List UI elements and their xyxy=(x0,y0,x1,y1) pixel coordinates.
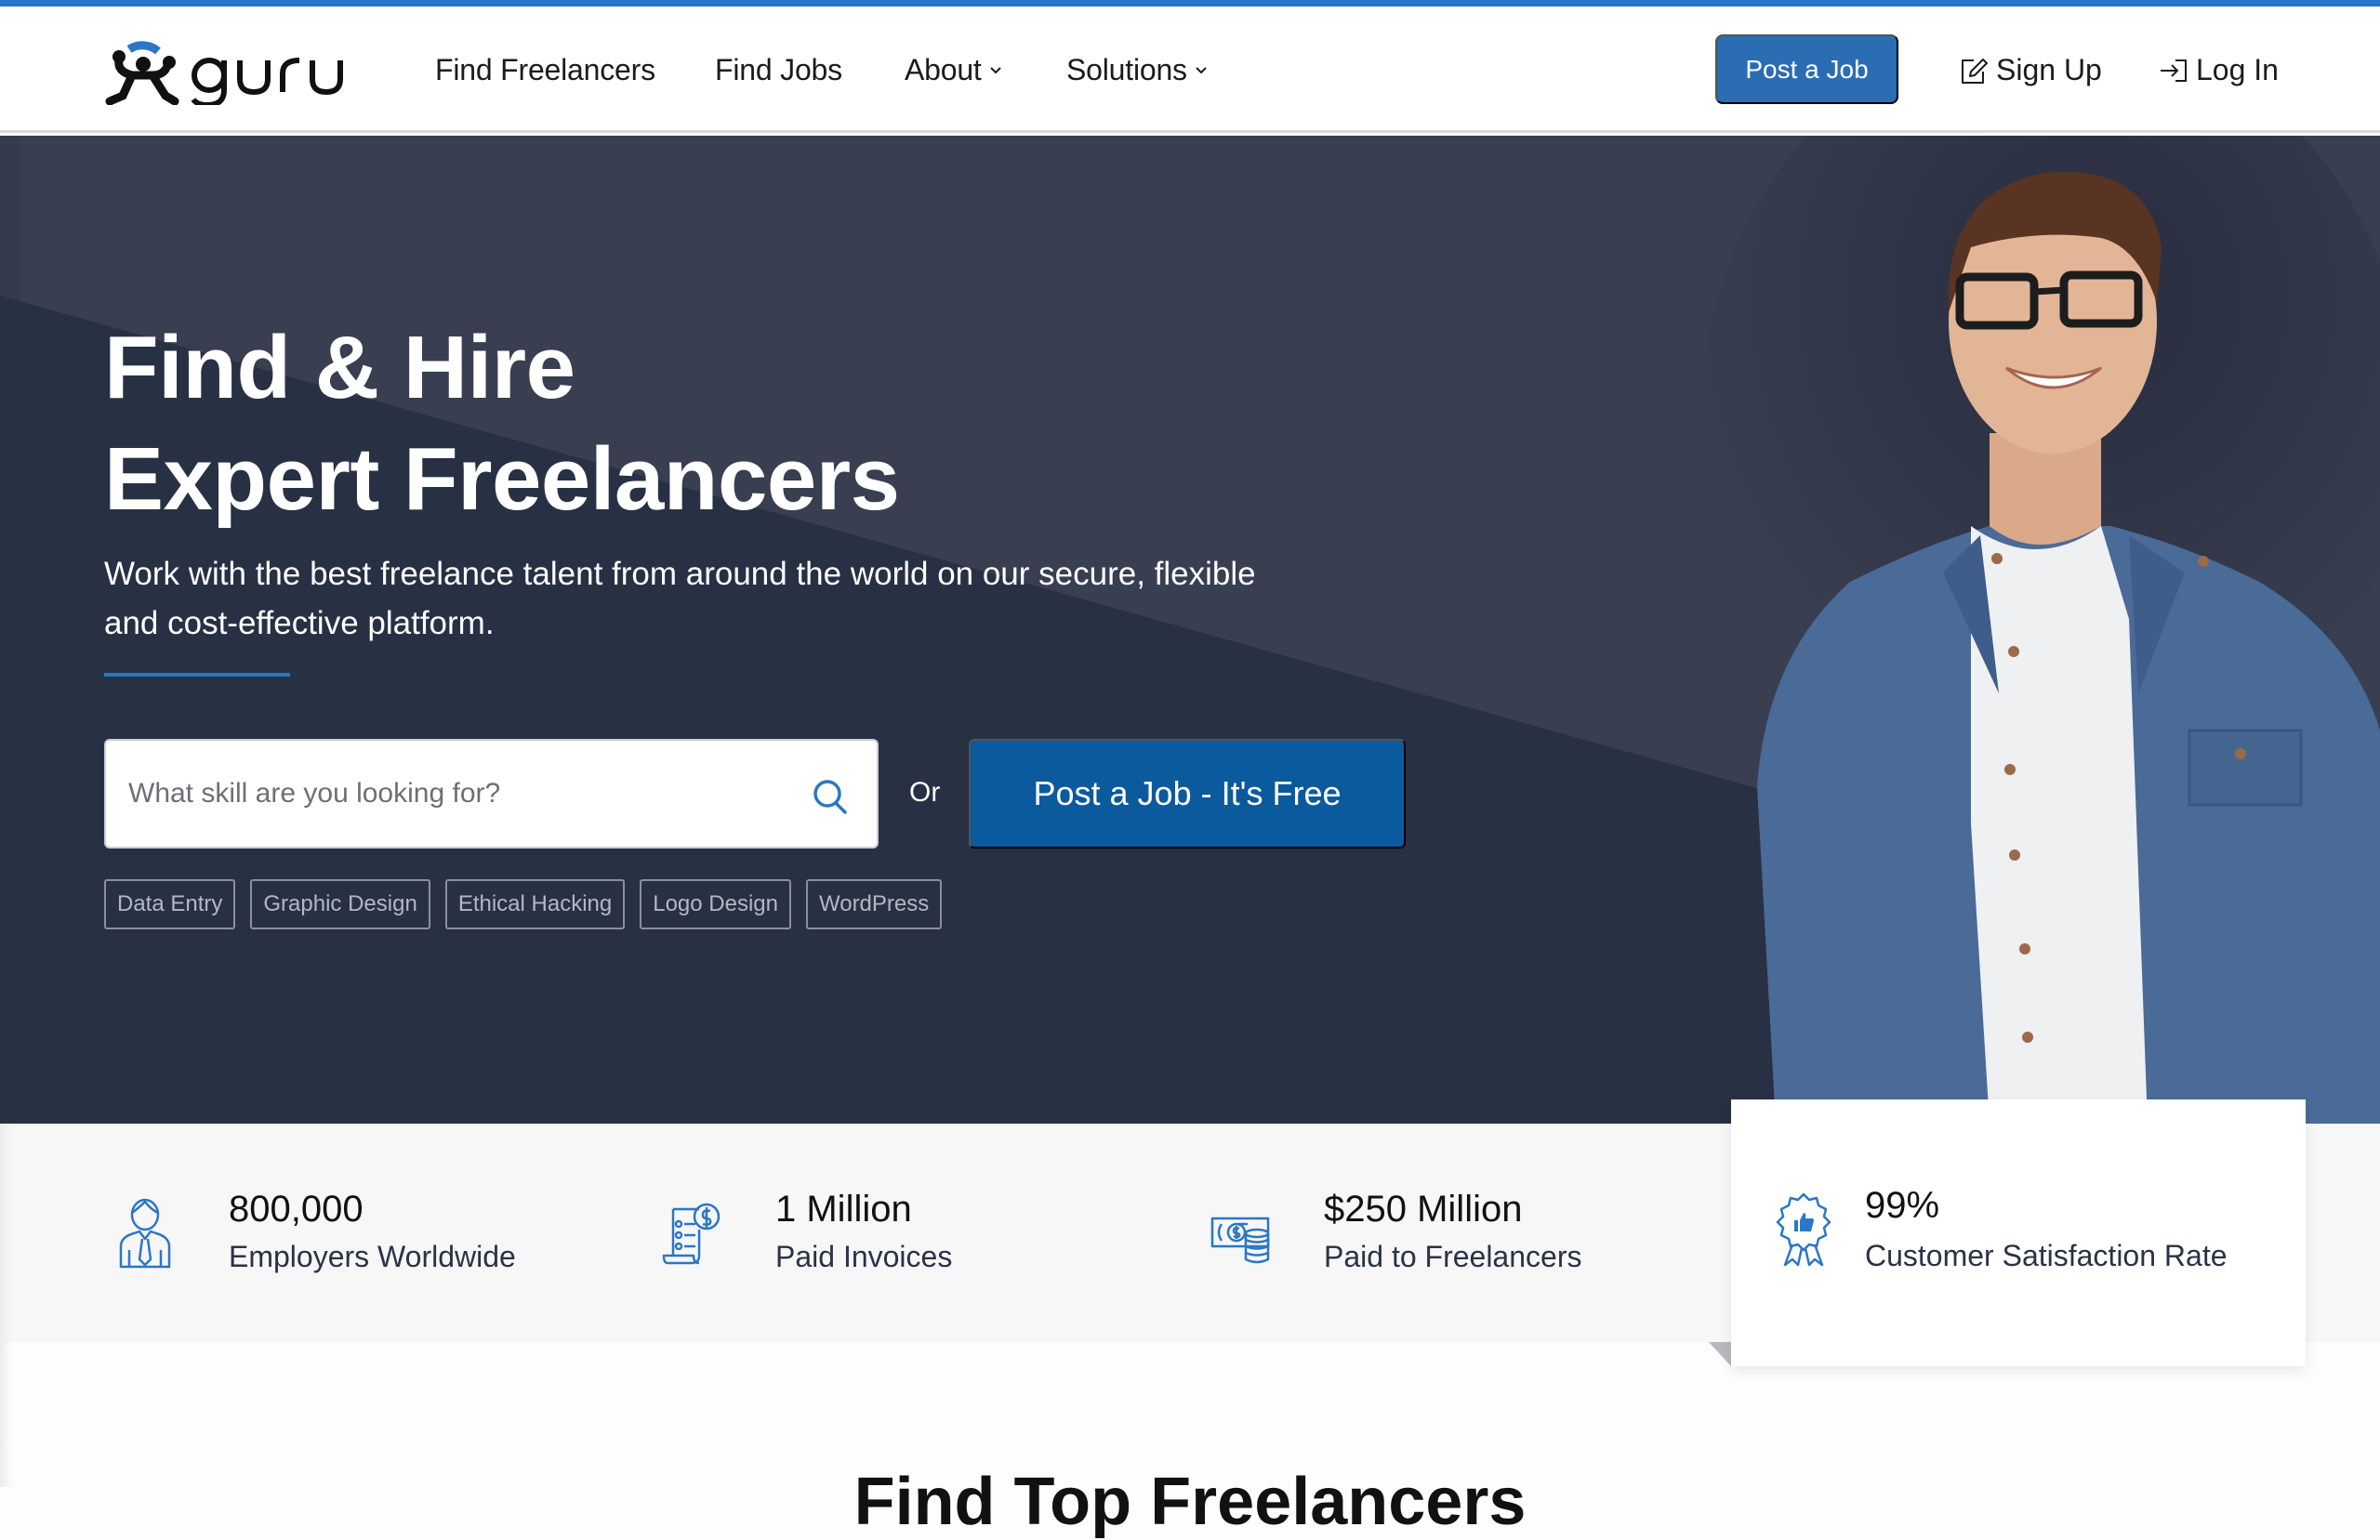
hero-title: Find & Hire Expert Freelancers xyxy=(104,312,900,535)
award-thumbs-up-icon xyxy=(1776,1192,1831,1267)
stat-text: 1 Million Paid Invoices xyxy=(775,1186,952,1281)
stat-label: Customer Satisfaction Rate xyxy=(1865,1239,2228,1272)
stat-value: 800,000 xyxy=(229,1188,364,1230)
hero-title-line-1: Find & Hire xyxy=(104,318,575,417)
navbar: Find Freelancers Find Jobs About Solutio… xyxy=(0,7,2380,133)
stat-value: $250 Million xyxy=(1324,1188,1523,1230)
stat-text: $250 Million Paid to Freelancers xyxy=(1324,1186,1581,1281)
post-job-free-button[interactable]: Post a Job - It's Free xyxy=(969,739,1406,849)
hero-title-line-2: Expert Freelancers xyxy=(104,429,900,529)
stat-invoices: 1 Million Paid Invoices xyxy=(662,1124,952,1342)
skill-search-input[interactable] xyxy=(128,778,760,809)
next-section-title: Find Top Freelancers xyxy=(853,1465,1527,1539)
money-icon xyxy=(1210,1217,1270,1263)
skill-search-box xyxy=(104,739,879,849)
stat-paid: $250 Million Paid to Freelancers xyxy=(1210,1124,1581,1342)
tag-ethical-hacking[interactable]: Ethical Hacking xyxy=(444,879,626,929)
nav-link-label: Find Freelancers xyxy=(435,53,655,86)
search-icon[interactable] xyxy=(810,776,851,817)
nav-link-label: Find Jobs xyxy=(715,53,842,86)
stat-label: Paid Invoices xyxy=(775,1239,953,1273)
tag-logo-design[interactable]: Logo Design xyxy=(640,879,791,929)
edit-icon xyxy=(1962,58,1988,84)
post-job-button[interactable]: Post a Job xyxy=(1715,34,1898,104)
stat-label: Paid to Freelancers xyxy=(1324,1239,1582,1273)
chevron-down-icon xyxy=(989,66,1001,73)
tag-data-entry[interactable]: Data Entry xyxy=(104,879,236,929)
sign-up-link[interactable]: Sign Up xyxy=(1957,53,2102,87)
guru-logo[interactable] xyxy=(104,40,350,105)
invoice-icon xyxy=(662,1203,721,1264)
nav-about[interactable]: About xyxy=(905,53,1002,87)
tag-wordpress[interactable]: WordPress xyxy=(806,879,943,929)
hero-person-image xyxy=(1701,136,2380,1124)
stat-value: 1 Million xyxy=(775,1188,912,1230)
page-edge-shade xyxy=(0,1124,13,1487)
top-accent-bar xyxy=(0,0,2380,7)
nav-find-freelancers[interactable]: Find Freelancers xyxy=(435,53,655,87)
nav-link-label: About xyxy=(905,53,982,86)
hero-section: Find & Hire Expert Freelancers Work with… xyxy=(0,136,2380,1124)
card-fold-decoration xyxy=(1709,1342,1731,1366)
log-in-label: Log In xyxy=(2196,53,2279,86)
stat-value: 99% xyxy=(1865,1185,1940,1226)
login-icon xyxy=(2161,59,2187,82)
chevron-down-icon xyxy=(1196,66,1207,73)
stat-employers: 800,000 Employers Worldwide xyxy=(115,1124,516,1342)
nav-find-jobs[interactable]: Find Jobs xyxy=(715,53,842,87)
stat-satisfaction-card: 99% Customer Satisfaction Rate xyxy=(1731,1099,2306,1366)
popular-skill-tags: Data Entry Graphic Design Ethical Hackin… xyxy=(104,879,943,929)
hero-subtitle: Work with the best freelance talent from… xyxy=(104,556,1256,641)
nav-solutions[interactable]: Solutions xyxy=(1066,53,1208,87)
nav-link-label: Solutions xyxy=(1066,53,1187,86)
stat-text: 800,000 Employers Worldwide xyxy=(229,1186,516,1281)
tag-graphic-design[interactable]: Graphic Design xyxy=(250,879,430,929)
sign-up-label: Sign Up xyxy=(1996,53,2102,86)
employer-icon xyxy=(119,1198,171,1268)
log-in-link[interactable]: Log In xyxy=(2157,53,2279,87)
or-label: Or xyxy=(909,777,941,808)
stat-label: Employers Worldwide xyxy=(229,1239,516,1273)
hero-underline xyxy=(104,673,290,677)
